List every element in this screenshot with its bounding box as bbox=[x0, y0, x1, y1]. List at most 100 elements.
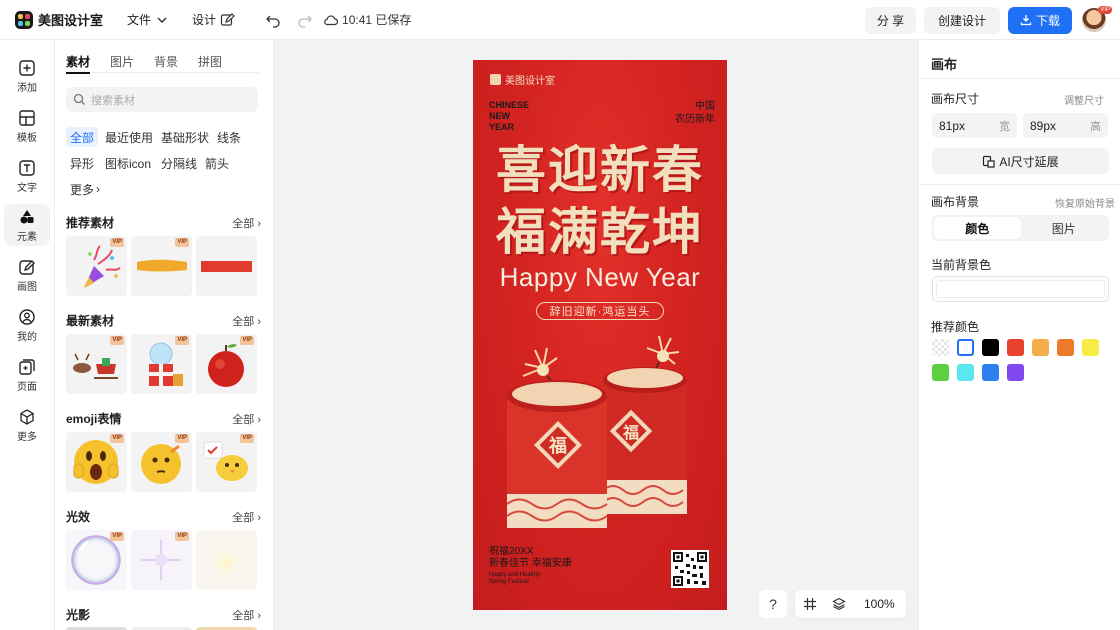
help-button[interactable]: ? bbox=[759, 590, 787, 618]
chip-icons[interactable]: 图标icon bbox=[101, 153, 155, 173]
rail-template[interactable]: 模板 bbox=[4, 105, 50, 147]
layers-icon[interactable] bbox=[832, 597, 846, 611]
grid-icon[interactable] bbox=[803, 597, 817, 611]
chip-dividers[interactable]: 分隔线 bbox=[157, 153, 201, 173]
file-menu[interactable]: 文件 bbox=[127, 11, 170, 28]
swatch-light-orange[interactable] bbox=[1032, 339, 1049, 356]
asset-glow[interactable] bbox=[196, 530, 257, 590]
tab-images[interactable]: 图片 bbox=[110, 53, 134, 73]
undo-icon[interactable] bbox=[265, 12, 281, 28]
rail-mine[interactable]: 我的 bbox=[4, 304, 50, 346]
asset-party-popper[interactable]: VIP bbox=[66, 236, 127, 296]
bg-type-image[interactable]: 图片 bbox=[1021, 217, 1108, 239]
app-logo[interactable]: 美图设计室 bbox=[15, 10, 115, 29]
download-button[interactable]: 下载 bbox=[1008, 6, 1072, 34]
chip-irregular[interactable]: 异形 bbox=[66, 153, 98, 173]
asset-reindeer-sleigh[interactable]: VIP bbox=[66, 334, 127, 394]
chip-all[interactable]: 全部 bbox=[66, 127, 99, 147]
vip-tag: VIP bbox=[175, 238, 189, 247]
section-all-link[interactable]: 全部 › bbox=[232, 411, 261, 427]
chip-arrows[interactable]: 箭头 bbox=[201, 153, 233, 173]
swatch-black[interactable] bbox=[982, 339, 999, 356]
asset-emoji-shocked[interactable]: VIP bbox=[66, 432, 127, 492]
tab-materials[interactable]: 素材 bbox=[66, 53, 91, 74]
chip-more-label: 更多 bbox=[70, 182, 95, 197]
canvas-bg-label: 画布背景 bbox=[931, 195, 980, 209]
width-field[interactable]: 81px 宽 bbox=[932, 113, 1017, 138]
rail-add[interactable]: 添加 bbox=[4, 55, 50, 97]
asset-sparkle[interactable]: VIP bbox=[131, 530, 192, 590]
bg-type-toggle: 颜色 图片 bbox=[932, 215, 1109, 241]
asset-snow-globe-gift[interactable]: VIP bbox=[131, 334, 192, 394]
swatch-yellow[interactable] bbox=[1082, 339, 1099, 356]
asset-emoji-thinking[interactable]: VIP bbox=[131, 432, 192, 492]
swatch-red[interactable] bbox=[1007, 339, 1024, 356]
poster-footer-en1: Happy and Healthy bbox=[489, 572, 541, 578]
asset-red-bar[interactable] bbox=[196, 236, 257, 296]
logo-icon bbox=[15, 10, 33, 29]
file-menu-label: 文件 bbox=[127, 13, 152, 27]
swatch-blue[interactable] bbox=[982, 364, 999, 381]
section-all-link[interactable]: 全部 › bbox=[232, 607, 261, 623]
chip-recent[interactable]: 最近使用 bbox=[101, 127, 157, 147]
save-status: 10:41 已保存 bbox=[323, 11, 411, 28]
divider bbox=[919, 78, 1120, 79]
poster-cn-heading: 中国 农历新年 bbox=[675, 100, 715, 126]
poster-en-line: NEW bbox=[489, 111, 510, 121]
height-field[interactable]: 89px 高 bbox=[1023, 113, 1108, 138]
share-button[interactable]: 分 享 bbox=[865, 6, 916, 34]
swatch-orange[interactable] bbox=[1057, 339, 1074, 356]
plus-square-icon bbox=[19, 59, 35, 76]
tab-backgrounds[interactable]: 背景 bbox=[154, 53, 178, 73]
asset-bubble[interactable]: VIP bbox=[66, 530, 127, 590]
asset-red-apple[interactable]: VIP bbox=[196, 334, 257, 394]
zoom-level[interactable]: 100% bbox=[864, 597, 895, 611]
swatch-white[interactable] bbox=[957, 339, 974, 356]
rail-pages[interactable]: 页面 bbox=[4, 354, 50, 396]
rail-draw[interactable]: 画图 bbox=[4, 254, 50, 296]
section-all-link[interactable]: 全部 › bbox=[232, 313, 261, 329]
rail-text[interactable]: 文字 bbox=[4, 155, 50, 197]
section-title-recommended: 推荐素材 bbox=[66, 216, 115, 230]
red-bar-shape bbox=[201, 261, 252, 272]
swatch-green[interactable] bbox=[932, 364, 949, 381]
qr-code-icon bbox=[673, 552, 707, 586]
asset-brush-stroke[interactable]: VIP bbox=[131, 236, 192, 296]
adjust-size-link[interactable]: 调整尺寸 bbox=[1064, 92, 1104, 107]
create-design-button[interactable]: 创建设计 bbox=[924, 6, 1000, 34]
current-bg-label: 当前背景色 bbox=[931, 258, 992, 272]
design-menu[interactable]: 设计 bbox=[192, 11, 235, 28]
swatch-purple[interactable] bbox=[1007, 364, 1024, 381]
chip-basic-shapes[interactable]: 基础形状 bbox=[157, 127, 213, 147]
rail-elements[interactable]: 元素 bbox=[4, 204, 50, 246]
search-input[interactable]: 搜索素材 bbox=[66, 87, 258, 112]
section-title-latest: 最新素材 bbox=[66, 314, 115, 328]
rail-elements-label: 元素 bbox=[17, 231, 37, 243]
canvas-size-label: 画布尺寸 bbox=[931, 92, 980, 106]
rail-text-label: 文字 bbox=[17, 182, 37, 194]
swatch-cyan[interactable] bbox=[957, 364, 974, 381]
text-icon bbox=[19, 159, 35, 176]
asset-emoji-chick[interactable]: VIP bbox=[196, 432, 257, 492]
tab-collage[interactable]: 拼图 bbox=[198, 53, 222, 73]
poster-footer-en2: Spring Festival bbox=[489, 579, 529, 585]
avatar[interactable]: VIP bbox=[1082, 6, 1112, 32]
swatch-transparent[interactable] bbox=[932, 339, 949, 356]
ai-resize-button[interactable]: AI尺寸延展 bbox=[932, 148, 1109, 174]
section-all-link[interactable]: 全部 › bbox=[232, 215, 261, 231]
bg-type-color[interactable]: 颜色 bbox=[934, 217, 1021, 239]
panel-tabs: 素材 图片 背景 拼图 bbox=[66, 53, 259, 74]
current-bg-color-field[interactable] bbox=[932, 276, 1109, 302]
redo-icon[interactable] bbox=[297, 12, 313, 28]
rail-template-label: 模板 bbox=[17, 132, 37, 144]
poster-title-line2: 福满乾坤 bbox=[496, 202, 704, 261]
page-add-icon bbox=[19, 358, 35, 375]
restore-bg-link[interactable]: 恢复原始背景 bbox=[1055, 195, 1115, 210]
chip-lines[interactable]: 线条 bbox=[213, 127, 245, 147]
poster-footer-en: Happy and Healthy Spring Festival bbox=[489, 572, 540, 586]
rail-more[interactable]: 更多 bbox=[4, 404, 50, 446]
chip-more[interactable]: 更多 › bbox=[66, 179, 104, 199]
poster-canvas[interactable]: 美图设计室 CHINESE NEW YEAR 中国 农历新年 喜迎新春 福满乾坤… bbox=[473, 60, 727, 610]
section-all-label: 全部 bbox=[232, 316, 255, 328]
section-all-link[interactable]: 全部 › bbox=[232, 509, 261, 525]
